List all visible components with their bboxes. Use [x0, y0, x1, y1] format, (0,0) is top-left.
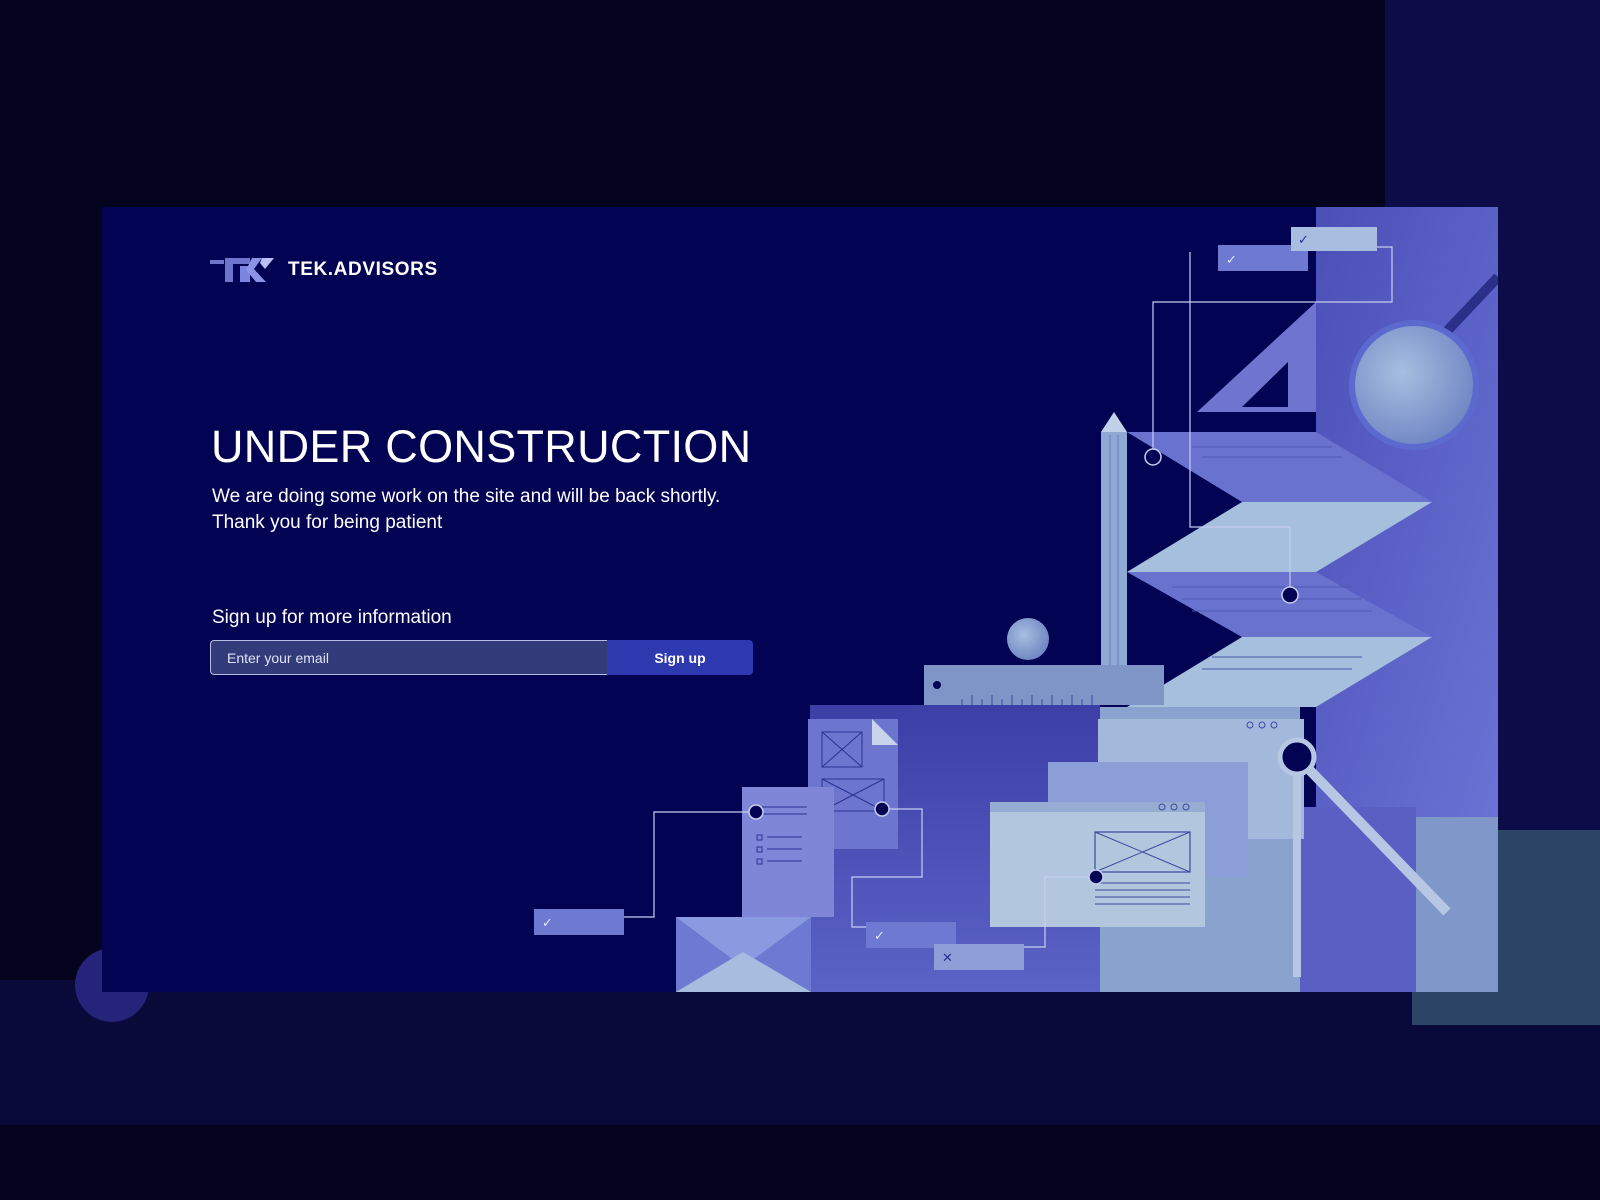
- construction-illustration: ✓ ✓ ✓ ✓ ✕: [534, 207, 1498, 992]
- landing-card: TEK.ADVISORS UNDER CONSTRUCTION We are d…: [102, 207, 1498, 992]
- cross-tag: ✕: [934, 944, 1024, 970]
- envelope-icon: [676, 917, 811, 992]
- svg-text:✓: ✓: [542, 916, 553, 931]
- background-band: [0, 980, 1600, 1125]
- browser-window-icon: [990, 802, 1205, 927]
- sphere-shape: [1007, 618, 1049, 660]
- svg-text:✓: ✓: [1226, 253, 1237, 268]
- svg-text:✕: ✕: [942, 951, 953, 966]
- checkmark-tag: ✓: [534, 909, 624, 935]
- svg-text:✓: ✓: [874, 929, 885, 944]
- ruler-icon: [924, 665, 1164, 705]
- set-square-icon: [1197, 302, 1316, 412]
- svg-text:✓: ✓: [1298, 233, 1309, 248]
- checkmark-tag: ✓: [1291, 227, 1377, 251]
- pencil-icon: [1101, 412, 1127, 677]
